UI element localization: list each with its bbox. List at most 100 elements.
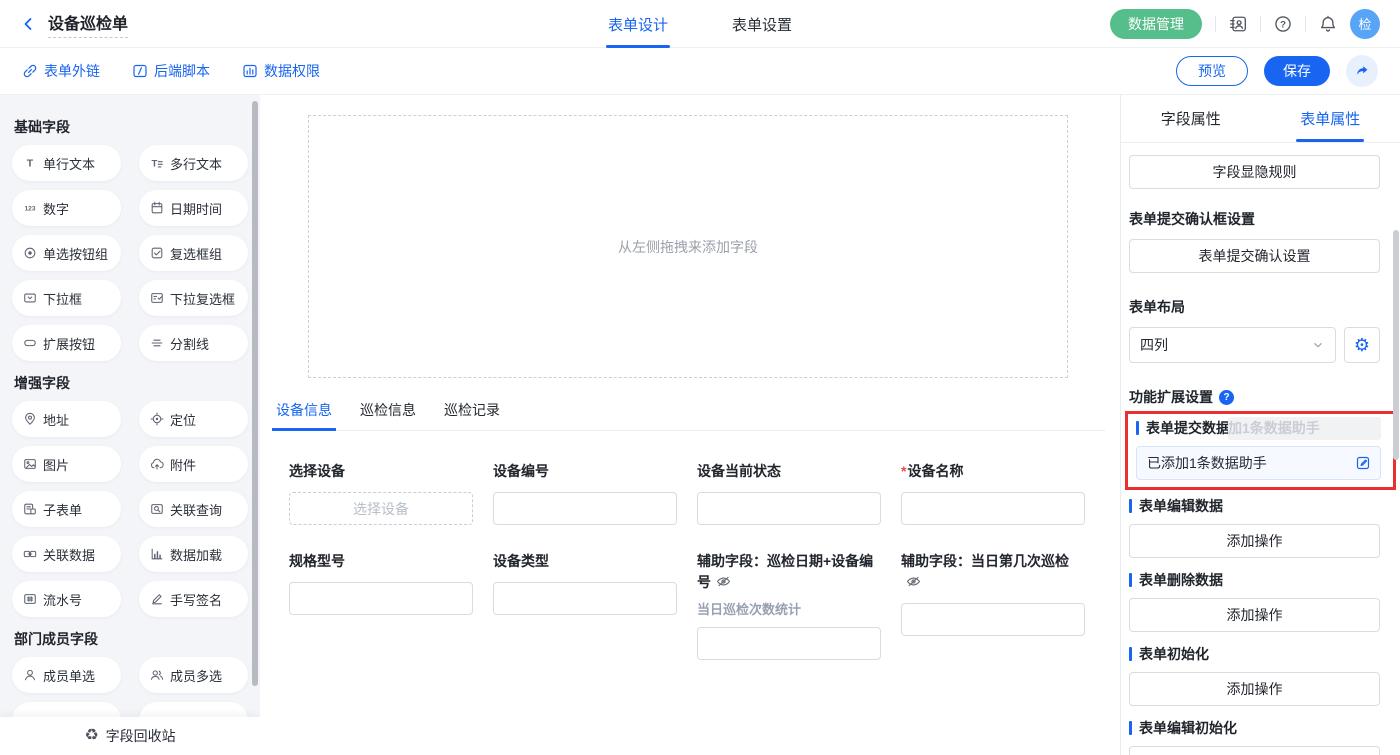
code-icon <box>132 63 148 79</box>
canvas-tab-1[interactable]: 设备信息 <box>272 400 336 430</box>
sidebar-item-divider[interactable]: 分割线 <box>139 325 248 361</box>
dropzone[interactable]: 从左侧拖拽来添加字段 <box>308 115 1068 378</box>
sidebar-item-multi-select[interactable]: 下拉复选框 <box>139 280 248 316</box>
sidebar-item-image[interactable]: 图片 <box>12 446 121 482</box>
sidebar-item-checkbox-group[interactable]: 复选框组 <box>139 235 248 271</box>
recycle-label: 字段回收站 <box>106 726 176 746</box>
sidebar-item-label: 成员多选 <box>170 666 222 685</box>
canvas-tab-2[interactable]: 巡检信息 <box>356 400 420 430</box>
share-icon <box>1354 63 1370 79</box>
sidebar-item-label: 成员单选 <box>43 666 95 685</box>
field-recycle-bin[interactable]: ♻ 字段回收站 <box>0 717 260 755</box>
section-accent-bar <box>1129 647 1132 661</box>
svg-text:T: T <box>151 159 157 170</box>
extension-section-label-row: 表单初始化 <box>1129 644 1380 664</box>
add-operation-button[interactable]: 添加操作 <box>1129 672 1380 706</box>
edit-icon <box>1355 455 1371 471</box>
sidebar-item-subform[interactable]: 子表单 <box>12 491 121 527</box>
eye-off-icon[interactable] <box>716 574 731 589</box>
canvas-field[interactable]: 选择设备选择设备 <box>289 461 473 525</box>
sidebar-item-datetime[interactable]: 日期时间 <box>139 190 248 226</box>
chevron-down-icon <box>1311 338 1325 352</box>
sidebar-item-label: 数字 <box>43 199 69 218</box>
sidebar-item-signature[interactable]: 手写签名 <box>139 581 248 617</box>
panel-scrollbar[interactable] <box>1393 230 1399 460</box>
help-button[interactable]: ? <box>1274 15 1292 33</box>
back-button[interactable] <box>20 16 36 32</box>
add-operation-button[interactable]: 添加操作 <box>1129 524 1380 558</box>
field-input[interactable] <box>697 492 881 525</box>
sidebar-item-locate[interactable]: 定位 <box>139 401 248 437</box>
field-label-text: 设备类型 <box>493 553 549 569</box>
field-visibility-rules-button[interactable]: 字段显隐规则 <box>1129 155 1380 189</box>
form-title[interactable]: 设备巡检单 <box>48 10 128 38</box>
sidebar-item-extend-button[interactable]: 扩展按钮 <box>12 325 121 361</box>
sidebar-item-radio-group[interactable]: 单选按钮组 <box>12 235 121 271</box>
sidebar-item-attachment[interactable]: 附件 <box>139 446 248 482</box>
extension-section-label: 表单删除数据 <box>1139 570 1223 590</box>
sidebar-item-data-load[interactable]: 数据加载 <box>139 536 248 572</box>
eye-off-icon[interactable] <box>906 574 921 589</box>
device-picker[interactable]: 选择设备 <box>289 492 473 525</box>
notification-bell-button[interactable] <box>1319 15 1337 33</box>
sidebar-item-label: 关联查询 <box>170 500 222 519</box>
form-toolbar: 表单外链 后端脚本 数据权限 预览 保存 <box>0 48 1400 95</box>
add-operation-button[interactable]: 添加操作 <box>1129 746 1380 755</box>
field-input[interactable] <box>289 582 473 615</box>
properties-tab-1[interactable]: 字段属性 <box>1121 95 1261 142</box>
field-input[interactable] <box>901 492 1085 525</box>
canvas-field[interactable]: 辅助字段：当日第几次巡检 <box>901 551 1085 636</box>
canvas-field[interactable]: *设备名称 <box>901 461 1085 525</box>
data-assistant-entry[interactable]: 已添加1条数据助手 <box>1136 446 1381 480</box>
save-button[interactable]: 保存 <box>1264 56 1330 86</box>
field-input[interactable] <box>697 627 881 660</box>
svg-text:123: 123 <box>25 206 36 213</box>
add-operation-button[interactable]: 添加操作 <box>1129 598 1380 632</box>
edit-assistant-button[interactable] <box>1355 455 1371 471</box>
multi-select-icon <box>150 291 164 305</box>
canvas-field[interactable]: 设备当前状态 <box>697 461 881 525</box>
sidebar-item-select[interactable]: 下拉框 <box>12 280 121 316</box>
layout-settings-button[interactable]: ⚙ <box>1344 327 1380 363</box>
sidebar-scrollbar[interactable] <box>252 101 258 686</box>
avatar[interactable]: 检 <box>1350 9 1380 39</box>
sidebar-item-linked-data[interactable]: 关联数据 <box>12 536 121 572</box>
header-tab-2[interactable]: 表单设置 <box>730 0 794 48</box>
canvas-tab-3[interactable]: 巡检记录 <box>440 400 504 430</box>
sidebar-item-address[interactable]: 地址 <box>12 401 121 437</box>
extension-help-icon[interactable]: ? <box>1219 390 1234 405</box>
sidebar-item-member-multi[interactable]: 成员多选 <box>139 657 248 693</box>
properties-tab-2[interactable]: 表单属性 <box>1261 95 1400 142</box>
contact-book-button[interactable] <box>1229 15 1247 33</box>
canvas-field[interactable]: 规格型号 <box>289 551 473 615</box>
divider-icon <box>150 336 164 350</box>
field-input[interactable] <box>901 603 1085 636</box>
sidebar-item-label: 图片 <box>43 455 69 474</box>
toolbar-link-3[interactable]: 数据权限 <box>242 61 320 81</box>
sidebar-item-member-single[interactable]: 成员单选 <box>12 657 121 693</box>
sidebar-item-number[interactable]: 123 数字 <box>12 190 121 226</box>
data-manage-button[interactable]: 数据管理 <box>1110 9 1202 39</box>
canvas-field[interactable]: 辅助字段：巡检日期+设备编号当日巡检次数统计 <box>697 551 881 660</box>
submit-confirm-title: 表单提交确认框设置 <box>1129 209 1380 229</box>
toolbar-link-2[interactable]: 后端脚本 <box>132 61 210 81</box>
submit-confirm-settings-button[interactable]: 表单提交确认设置 <box>1129 239 1380 273</box>
extension-settings-title: 功能扩展设置 <box>1129 387 1213 407</box>
preview-button[interactable]: 预览 <box>1176 56 1248 86</box>
field-input[interactable] <box>493 582 677 615</box>
sidebar-item-single-line-text[interactable]: T单行文本 <box>12 145 121 181</box>
field-palette-sidebar: 基础字段T单行文本T多行文本123数字日期时间单选按钮组复选框组下拉框下拉复选框… <box>0 95 260 755</box>
field-input[interactable] <box>493 492 677 525</box>
sidebar-item-multi-line-text[interactable]: T多行文本 <box>139 145 248 181</box>
signature-icon <box>150 592 164 606</box>
canvas-field[interactable]: 设备编号 <box>493 461 677 525</box>
header-tab-1[interactable]: 表单设计 <box>606 0 670 48</box>
sidebar-item-lookup[interactable]: 关联查询 <box>139 491 248 527</box>
share-button[interactable] <box>1346 55 1378 87</box>
sidebar-item-serial-number[interactable]: 流水号 <box>12 581 121 617</box>
canvas-field[interactable]: 设备类型 <box>493 551 677 615</box>
layout-select[interactable]: 四列 <box>1129 327 1336 363</box>
canvas-tabs: 设备信息巡检信息巡检记录 <box>272 400 1105 431</box>
link-icon <box>22 63 38 79</box>
toolbar-link-1[interactable]: 表单外链 <box>22 61 100 81</box>
